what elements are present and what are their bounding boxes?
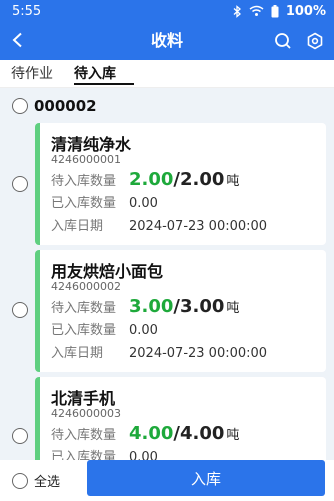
- pending-qty-label: 待入库数量: [51, 301, 117, 316]
- stored-qty-row: 已入库数量 0.00: [51, 319, 326, 342]
- pending-qty-value: 4.00: [129, 423, 174, 444]
- pending-qty-row: 待入库数量 2.00 /2.00 吨: [51, 169, 326, 192]
- battery-icon: [271, 4, 279, 18]
- qty-unit: 吨: [226, 174, 240, 189]
- stored-qty-label: 已入库数量: [51, 323, 117, 338]
- status-bar: 5:55 100%: [0, 0, 334, 22]
- tab-pending-storage[interactable]: 待入库: [74, 63, 116, 83]
- item-name: 清清纯净水: [51, 135, 132, 154]
- total-qty-value: /4.00: [173, 423, 225, 444]
- item-list[interactable]: 000002 清清纯净水 4246000001 待入库数量 2.00 /2.00…: [0, 88, 334, 460]
- tab-bar: 待作业 待入库: [0, 60, 334, 88]
- stored-qty-row: 已入库数量 0.00: [51, 446, 326, 460]
- date-row: 入库日期 2024-07-23 00:00:00: [51, 342, 326, 365]
- date-value: 2024-07-23 00:00:00: [129, 346, 268, 361]
- total-qty-value: /3.00: [173, 296, 225, 317]
- item-name: 用友烘焙小面包: [51, 262, 164, 281]
- select-all-toggle[interactable]: 全选: [12, 471, 60, 490]
- stored-qty-label: 已入库数量: [51, 196, 117, 211]
- bottom-bar: 全选 入库: [0, 460, 334, 501]
- bluetooth-icon: [233, 4, 242, 18]
- list-item[interactable]: 北清手机 4246000003 待入库数量 4.00 /4.00 吨 已入库数量…: [35, 377, 326, 460]
- battery-level: 100%: [285, 3, 326, 19]
- select-all-radio[interactable]: [12, 472, 28, 489]
- pending-qty-value: 3.00: [129, 296, 174, 317]
- stored-qty-value: 0.00: [129, 323, 158, 338]
- item-code: 4246000001: [51, 153, 121, 166]
- date-label: 入库日期: [51, 219, 104, 234]
- list-item[interactable]: 清清纯净水 4246000001 待入库数量 2.00 /2.00 吨 已入库数…: [35, 123, 326, 245]
- item-code: 4246000003: [51, 407, 121, 420]
- pending-qty-row: 待入库数量 3.00 /3.00 吨: [51, 296, 326, 319]
- date-label: 入库日期: [51, 346, 104, 361]
- item-radio[interactable]: [12, 302, 28, 318]
- wifi-icon: [249, 5, 264, 17]
- qty-unit: 吨: [226, 428, 240, 443]
- gear-icon: [307, 32, 323, 50]
- stored-qty-value: 0.00: [129, 196, 158, 211]
- item-radio[interactable]: [12, 176, 28, 192]
- pending-qty-row: 待入库数量 4.00 /4.00 吨: [51, 423, 326, 446]
- pending-qty-value: 2.00: [129, 169, 174, 190]
- qty-unit: 吨: [226, 301, 240, 316]
- group-title: 000002: [34, 97, 97, 115]
- group-header: 000002: [12, 97, 97, 115]
- date-row: 入库日期 2024-07-23 00:00:00: [51, 215, 326, 238]
- search-button[interactable]: [271, 29, 295, 53]
- item-name: 北清手机: [51, 389, 116, 408]
- list-item[interactable]: 用友烘焙小面包 4246000002 待入库数量 3.00 /3.00 吨 已入…: [35, 250, 326, 372]
- total-qty-value: /2.00: [173, 169, 225, 190]
- active-tab-indicator: [74, 83, 134, 85]
- back-button[interactable]: [6, 28, 30, 52]
- stored-qty-label: 已入库数量: [51, 450, 117, 460]
- search-icon: [275, 33, 291, 49]
- stored-qty-row: 已入库数量 0.00: [51, 192, 326, 215]
- pending-qty-label: 待入库数量: [51, 428, 117, 443]
- date-value: 2024-07-23 00:00:00: [129, 219, 268, 234]
- group-radio[interactable]: [12, 98, 28, 114]
- select-all-label: 全选: [34, 475, 61, 490]
- pending-qty-label: 待入库数量: [51, 174, 117, 189]
- status-time: 5:55: [12, 3, 42, 19]
- stored-qty-value: 0.00: [129, 450, 158, 460]
- tab-pending-work[interactable]: 待作业: [11, 63, 53, 83]
- app-header: 收料: [0, 22, 334, 60]
- chevron-left-icon: [12, 32, 22, 48]
- item-radio[interactable]: [12, 428, 28, 444]
- item-code: 4246000002: [51, 280, 121, 293]
- store-button[interactable]: 入库: [87, 460, 325, 496]
- settings-button[interactable]: [303, 29, 327, 53]
